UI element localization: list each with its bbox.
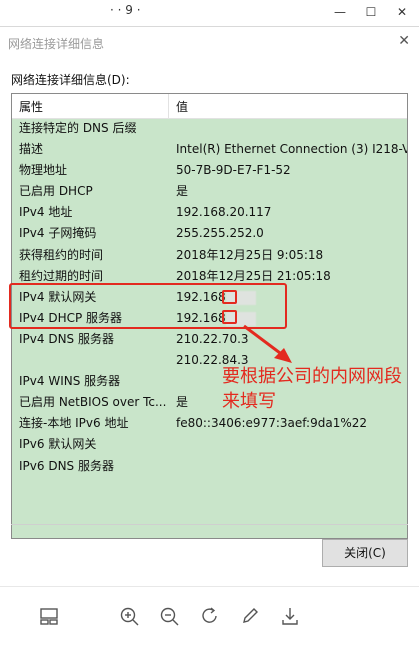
- row-value: 2018年12月25日 9:05:18: [176, 247, 324, 262]
- list-row[interactable]: 连接-本地 IPv6 地址 fe80::3406:e977:3aef:9da1%2…: [12, 413, 407, 434]
- annotation-arrow: [243, 324, 292, 363]
- row-value: 192.168.20.117: [176, 205, 272, 220]
- row-property: 已启用 NetBIOS over Tc...: [19, 395, 167, 410]
- list-row[interactable]: IPv4 DNS 服务器 210.22.70.3: [12, 329, 407, 350]
- background-window-title: · · 9 ·: [110, 3, 141, 17]
- rotate-icon[interactable]: [199, 605, 221, 627]
- row-property: IPv6 默认网关: [19, 437, 97, 452]
- row-value: 是: [176, 395, 189, 410]
- background-window-titlebar: · · 9 · — ☐ ✕: [0, 0, 419, 26]
- list-row[interactable]: IPv6 默认网关: [12, 434, 407, 455]
- maximize-button[interactable]: ☐: [361, 2, 381, 22]
- list-row[interactable]: 已启用 DHCP 是: [12, 181, 407, 202]
- close-button[interactable]: 关闭(C): [322, 539, 408, 567]
- dialog-titlebar: 网络连接详细信息 ✕: [0, 27, 419, 59]
- column-header-value[interactable]: 值: [176, 98, 188, 115]
- row-property: IPv4 WINS 服务器: [19, 374, 121, 389]
- row-value: 210.22.70.3: [176, 331, 249, 346]
- column-header-property[interactable]: 属性: [19, 98, 43, 115]
- edit-icon[interactable]: [239, 605, 261, 627]
- row-value: 50-7B-9D-E7-F1-52: [176, 163, 291, 178]
- row-property: IPv4 子网掩码: [19, 226, 97, 241]
- list-row[interactable]: IPv6 DNS 服务器: [12, 456, 407, 477]
- image-viewer-toolbar: [0, 586, 419, 652]
- zoom-out-icon[interactable]: [158, 605, 180, 627]
- row-value: 是: [176, 184, 189, 199]
- row-property: 获得租约的时间: [19, 247, 104, 262]
- row-value: Intel(R) Ethernet Connection (3) I218-V: [176, 142, 408, 157]
- zoom-in-icon[interactable]: [118, 605, 140, 627]
- row-property: 连接-本地 IPv6 地址: [19, 416, 129, 431]
- list-row[interactable]: 连接特定的 DNS 后缀: [12, 118, 407, 139]
- list-label: 网络连接详细信息(D):: [11, 73, 130, 87]
- row-property: 已启用 DHCP: [19, 184, 93, 199]
- row-value: 255.255.252.0: [176, 226, 264, 241]
- dialog-title: 网络连接详细信息: [8, 37, 105, 51]
- list-row[interactable]: 获得租约的时间 2018年12月25日 9:05:18: [12, 245, 407, 266]
- list-row[interactable]: IPv4 地址 192.168.20.117: [12, 202, 407, 223]
- list-header: 属性 值: [12, 94, 407, 119]
- divider: [11, 524, 408, 525]
- row-property: 物理地址: [19, 163, 68, 178]
- row-value: fe80::3406:e977:3aef:9da1%22: [176, 416, 367, 431]
- dialog-close-icon[interactable]: ✕: [398, 33, 410, 49]
- download-icon[interactable]: [279, 605, 301, 627]
- annotation-text: 要根据公司的内网网段来填写: [222, 366, 402, 412]
- list-row[interactable]: IPv4 子网掩码 255.255.252.0: [12, 223, 407, 244]
- row-property: 描述: [19, 142, 44, 157]
- list-row[interactable]: 描述 Intel(R) Ethernet Connection (3) I218-…: [12, 139, 407, 160]
- row-property: IPv4 地址: [19, 205, 73, 220]
- layout-icon[interactable]: [38, 605, 60, 627]
- row-property: IPv4 DNS 服务器: [19, 331, 114, 346]
- column-divider[interactable]: [168, 94, 169, 118]
- list-row[interactable]: 物理地址 50-7B-9D-E7-F1-52: [12, 160, 407, 181]
- window-close-button[interactable]: ✕: [392, 2, 412, 22]
- minimize-button[interactable]: —: [330, 2, 350, 22]
- row-property: IPv6 DNS 服务器: [19, 458, 114, 473]
- row-property: 连接特定的 DNS 后缀: [19, 121, 137, 135]
